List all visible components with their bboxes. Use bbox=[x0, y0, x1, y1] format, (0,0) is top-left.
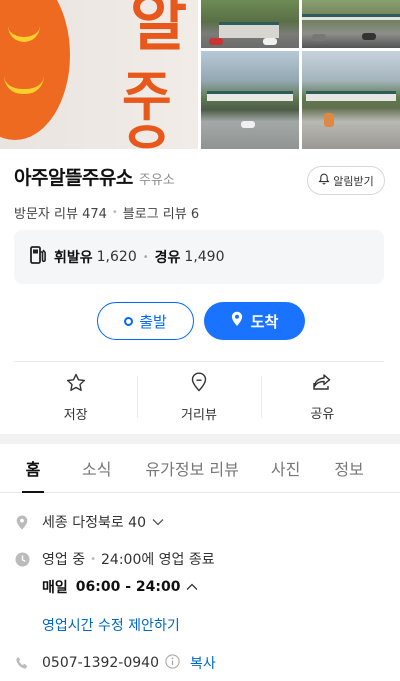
blog-review-link[interactable]: 블로그 리뷰 6 bbox=[123, 203, 199, 222]
fuel-name-gasoline: 휘발유 bbox=[54, 250, 93, 266]
fuel-price-gasoline: 1,620 bbox=[96, 249, 137, 265]
chevron-up-icon bbox=[186, 579, 198, 595]
hours-day: 매일 bbox=[42, 580, 68, 596]
tab-news-label: 소식 bbox=[82, 460, 112, 479]
bell-icon bbox=[318, 173, 330, 188]
fuel-price-box[interactable]: 휘발유 1,620 • 경유 1,490 bbox=[14, 230, 384, 284]
place-name: 아주알뜰주유소 bbox=[14, 167, 133, 189]
action-bar: 저장 거리뷰 공유 bbox=[14, 370, 384, 425]
brand-logo-shape bbox=[0, 0, 70, 140]
separator-dot: • bbox=[90, 553, 96, 565]
phone-number[interactable]: 0507-1392-0940 bbox=[42, 655, 159, 671]
separator-dot: • bbox=[111, 207, 118, 218]
photo-thumb-1[interactable] bbox=[201, 0, 299, 48]
address-text: 세종 다정북로 40 bbox=[42, 515, 146, 531]
divider bbox=[14, 361, 384, 362]
copy-phone-button[interactable]: 복사 bbox=[190, 653, 216, 673]
clock-icon bbox=[14, 551, 30, 567]
suggest-hours-edit-link[interactable]: 영업시간 수정 제안하기 bbox=[42, 615, 180, 635]
phone-icon bbox=[14, 655, 30, 671]
start-button[interactable]: 출발 bbox=[97, 302, 194, 340]
alarm-button[interactable]: 알림받기 bbox=[307, 166, 385, 195]
info-icon[interactable] bbox=[165, 653, 180, 673]
location-pin-icon bbox=[191, 372, 207, 396]
open-status: 영업 중 bbox=[42, 552, 86, 568]
alarm-label: 알림받기 bbox=[333, 174, 374, 188]
chevron-down-icon bbox=[152, 514, 164, 530]
tab-price-review[interactable]: 유가정보 리뷰 bbox=[145, 444, 238, 492]
visitor-review-link[interactable]: 방문자 리뷰 474 bbox=[14, 203, 107, 222]
section-divider bbox=[0, 434, 400, 444]
main-photo[interactable]: 알 주유 bbox=[0, 0, 198, 149]
photo-gallery[interactable]: 알 주유 bbox=[0, 0, 400, 149]
sign-glyph-1: 알 bbox=[130, 0, 188, 59]
title-row: 아주알뜰주유소 주유소 bbox=[14, 163, 175, 190]
map-pin-icon bbox=[14, 514, 30, 530]
place-category: 주유소 bbox=[138, 173, 175, 188]
destination-button[interactable]: 도착 bbox=[204, 302, 305, 340]
photo-thumb-2[interactable] bbox=[302, 0, 400, 48]
tab-news[interactable]: 소식 bbox=[82, 444, 111, 492]
fuel-pump-icon bbox=[30, 246, 46, 268]
fuel-name-diesel: 경유 bbox=[154, 250, 181, 266]
photo-thumb-3[interactable] bbox=[201, 51, 299, 149]
tab-photos[interactable]: 사진 bbox=[271, 444, 300, 492]
street-view-label: 거리뷰 bbox=[181, 408, 217, 423]
tab-home-label: 홈 bbox=[25, 460, 41, 479]
closing-time-text: 24:00에 영업 종료 bbox=[101, 552, 215, 568]
tab-bar: 홈 소식 유가정보 리뷰 사진 정보 bbox=[0, 444, 400, 493]
share-label: 공유 bbox=[310, 407, 335, 422]
start-label: 출발 bbox=[139, 312, 167, 331]
location-pin-icon bbox=[231, 311, 243, 331]
tab-info-label: 정보 bbox=[334, 460, 364, 479]
origin-icon bbox=[124, 316, 134, 326]
share-button[interactable]: 공유 bbox=[260, 370, 384, 425]
sign-glyph-2: 주유 bbox=[122, 65, 172, 150]
tab-photos-label: 사진 bbox=[270, 460, 301, 479]
save-label: 저장 bbox=[63, 407, 88, 423]
address-row[interactable]: 세종 다정북로 40 bbox=[14, 512, 164, 532]
phone-row: 0507-1392-0940 복사 bbox=[14, 653, 216, 673]
tab-price-review-label: 유가정보 리뷰 bbox=[145, 460, 239, 479]
photo-thumb-4[interactable] bbox=[302, 51, 400, 149]
hours-row[interactable]: 영업 중 • 24:00에 영업 종료 bbox=[14, 549, 215, 569]
hours-detail[interactable]: 매일 06:00 - 24:00 bbox=[42, 577, 198, 597]
star-icon bbox=[66, 373, 86, 396]
tab-home[interactable]: 홈 bbox=[22, 444, 44, 493]
share-icon bbox=[312, 373, 332, 395]
street-view-button[interactable]: 거리뷰 bbox=[137, 370, 260, 425]
hours-time: 06:00 - 24:00 bbox=[75, 579, 181, 595]
review-summary: 방문자 리뷰 474 • 블로그 리뷰 6 bbox=[14, 203, 199, 222]
route-buttons: 출발 도착 bbox=[97, 302, 305, 340]
destination-label: 도착 bbox=[250, 312, 279, 331]
separator-dot: • bbox=[142, 251, 149, 263]
tab-info[interactable]: 정보 bbox=[334, 444, 363, 492]
fuel-price-diesel: 1,490 bbox=[184, 249, 225, 265]
save-button[interactable]: 저장 bbox=[14, 370, 137, 425]
